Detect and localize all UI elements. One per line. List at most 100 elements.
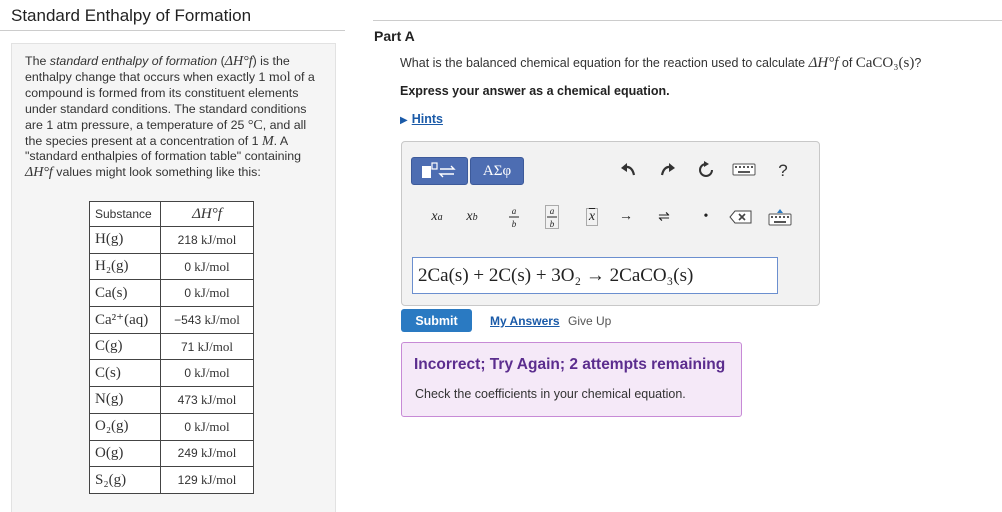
instruction-text: Express your answer as a chemical equati… xyxy=(400,84,670,98)
enthalpy-cell: 0 kJ/mol xyxy=(160,412,254,441)
intro-symbol-2: ΔH°f xyxy=(25,165,53,181)
templates-button[interactable] xyxy=(411,157,468,185)
hints-toggle[interactable]: ▶ Hints xyxy=(400,112,443,126)
table-row: C(g) 71 kJ/mol xyxy=(89,332,254,361)
left-divider xyxy=(0,30,345,31)
table-row: H(g) 218 kJ/mol xyxy=(89,226,254,254)
fraction-box-icon[interactable]: ab xyxy=(538,204,566,230)
enthalpy-unit: kJ/mol xyxy=(191,258,230,274)
intro-t2: standard enthalpy of formation xyxy=(49,54,218,68)
substance-cell: C(g) xyxy=(89,332,161,361)
enthalpy-number: 0 xyxy=(184,259,192,274)
substance-cell: Ca²⁺(aq) xyxy=(89,306,161,334)
intro-t9: values might look something like this: xyxy=(52,165,261,180)
help-button[interactable]: ? xyxy=(772,161,794,181)
enthalpy-number: 249 xyxy=(177,446,198,461)
undo-icon[interactable] xyxy=(617,161,639,184)
enthalpy-cell: 249 kJ/mol xyxy=(160,439,254,468)
intro-symbol-1: ΔH°f xyxy=(224,54,253,69)
substance-cell: S₂(g) xyxy=(89,466,161,494)
superscript-icon[interactable]: xa xyxy=(423,204,451,230)
enthalpy-number: 129 xyxy=(177,473,198,488)
greek-symbols-button[interactable]: ΑΣφ xyxy=(470,157,524,185)
table-row: Ca(s) 0 kJ/mol xyxy=(89,279,254,308)
substance-cell: H(g) xyxy=(89,226,161,254)
svg-text:b: b xyxy=(550,219,555,229)
enthalpy-unit: kJ/mol xyxy=(191,365,230,381)
svg-text:b: b xyxy=(512,219,517,229)
info-panel: The standard enthalpy of formation (ΔH°f… xyxy=(11,43,336,512)
subscript-icon[interactable]: xb xyxy=(458,204,486,230)
header-substance: Substance xyxy=(89,201,161,227)
enthalpy-cell: 0 kJ/mol xyxy=(160,252,254,281)
submit-button[interactable]: Submit xyxy=(401,309,472,332)
question-pre: What is the balanced chemical equation f… xyxy=(400,56,809,70)
intro-t1: The xyxy=(25,54,50,68)
fraction-icon[interactable]: ab xyxy=(500,204,528,230)
enthalpy-number: 0 xyxy=(184,419,192,434)
enthalpy-table: Substance ΔH°f H(g) 218 kJ/mol H₂(g) 0 kJ/… xyxy=(89,201,254,494)
enthalpy-number: 71 xyxy=(180,339,195,354)
redo-icon[interactable] xyxy=(657,161,679,184)
chemistry-keyboard-icon[interactable] xyxy=(766,204,794,230)
equilibrium-arrow-icon[interactable]: ⇌ xyxy=(650,204,678,230)
dot-icon[interactable]: • xyxy=(692,204,720,230)
intro-unit-atm: atm xyxy=(56,117,78,133)
substance-cell: C(s) xyxy=(89,359,161,388)
enthalpy-cell: 0 kJ/mol xyxy=(160,359,254,388)
overline-icon[interactable]: x xyxy=(578,204,606,230)
hints-link[interactable]: Hints xyxy=(412,112,443,126)
backspace-icon[interactable] xyxy=(727,204,755,230)
table-row: N(g) 473 kJ/mol xyxy=(89,386,254,414)
enthalpy-unit: kJ/mol xyxy=(191,285,230,301)
table-header-row: Substance ΔH°f xyxy=(89,201,254,227)
intro-text: The standard enthalpy of formation (ΔH°f… xyxy=(25,54,325,181)
caret-right-icon: ▶ xyxy=(400,115,408,126)
enthalpy-unit: kJ/mol xyxy=(197,445,237,461)
feedback-title: Incorrect; Try Again; 2 attempts remaini… xyxy=(414,356,726,373)
question-compound: CaCO₃(s) xyxy=(855,55,915,71)
enthalpy-number: 0 xyxy=(184,286,192,301)
my-answers-link[interactable]: My Answers xyxy=(490,314,560,328)
reset-icon[interactable] xyxy=(695,161,717,184)
intro-t3: ( xyxy=(217,54,225,68)
table-row: O(g) 249 kJ/mol xyxy=(89,439,254,468)
table-row: Ca²⁺(aq) −543 kJ/mol xyxy=(89,306,254,334)
question-mid: of xyxy=(838,56,856,70)
feedback-text: Check the coefficients in your chemical … xyxy=(415,387,686,401)
enthalpy-unit: kJ/mol xyxy=(201,311,240,327)
intro-unit-c: °C xyxy=(247,117,263,133)
question-post: ? xyxy=(914,56,922,70)
right-arrow-icon[interactable]: → xyxy=(612,204,640,230)
table-row: C(s) 0 kJ/mol xyxy=(89,359,254,388)
enthalpy-cell: 473 kJ/mol xyxy=(160,386,254,414)
enthalpy-number: −543 xyxy=(174,312,202,327)
enthalpy-cell: 218 kJ/mol xyxy=(160,226,254,254)
enthalpy-number: 0 xyxy=(184,366,192,381)
intro-unit-mol: mol xyxy=(268,69,291,85)
svg-text:a: a xyxy=(512,206,517,216)
intro-t6: pressure, a temperature of 25 xyxy=(77,117,248,132)
give-up-link[interactable]: Give Up xyxy=(568,314,611,328)
answer-input[interactable]: 2Ca(s) + 2C(s) + 3O₂ → 2CaCO₃(s) xyxy=(412,257,778,294)
equation-editor: ΑΣφ ? xa xb ab ab x → ⇌ • 2Ca(s) + 2C(s)… xyxy=(401,141,820,306)
enthalpy-cell: 129 kJ/mol xyxy=(160,466,254,494)
question-text: What is the balanced chemical equation f… xyxy=(400,55,921,72)
question-symbol: ΔH°f xyxy=(808,55,839,71)
substance-cell: H₂(g) xyxy=(89,252,161,281)
enthalpy-unit: kJ/mol xyxy=(194,338,233,354)
intro-unit-m: M xyxy=(261,133,274,149)
header-enthalpy: ΔH°f xyxy=(160,201,254,227)
templates-icon xyxy=(421,162,456,178)
enthalpy-unit: kJ/mol xyxy=(197,472,237,488)
keyboard-icon[interactable] xyxy=(731,161,757,182)
enthalpy-cell: 71 kJ/mol xyxy=(160,332,254,361)
feedback-box: Incorrect; Try Again; 2 attempts remaini… xyxy=(401,342,742,417)
enthalpy-unit: kJ/mol xyxy=(197,391,237,407)
table-row: O₂(g) 0 kJ/mol xyxy=(89,412,254,441)
enthalpy-number: 473 xyxy=(177,392,198,407)
page-title: Standard Enthalpy of Formation xyxy=(11,6,252,25)
substance-cell: Ca(s) xyxy=(89,279,161,308)
enthalpy-cell: −543 kJ/mol xyxy=(160,306,254,334)
substance-cell: O₂(g) xyxy=(89,412,161,441)
